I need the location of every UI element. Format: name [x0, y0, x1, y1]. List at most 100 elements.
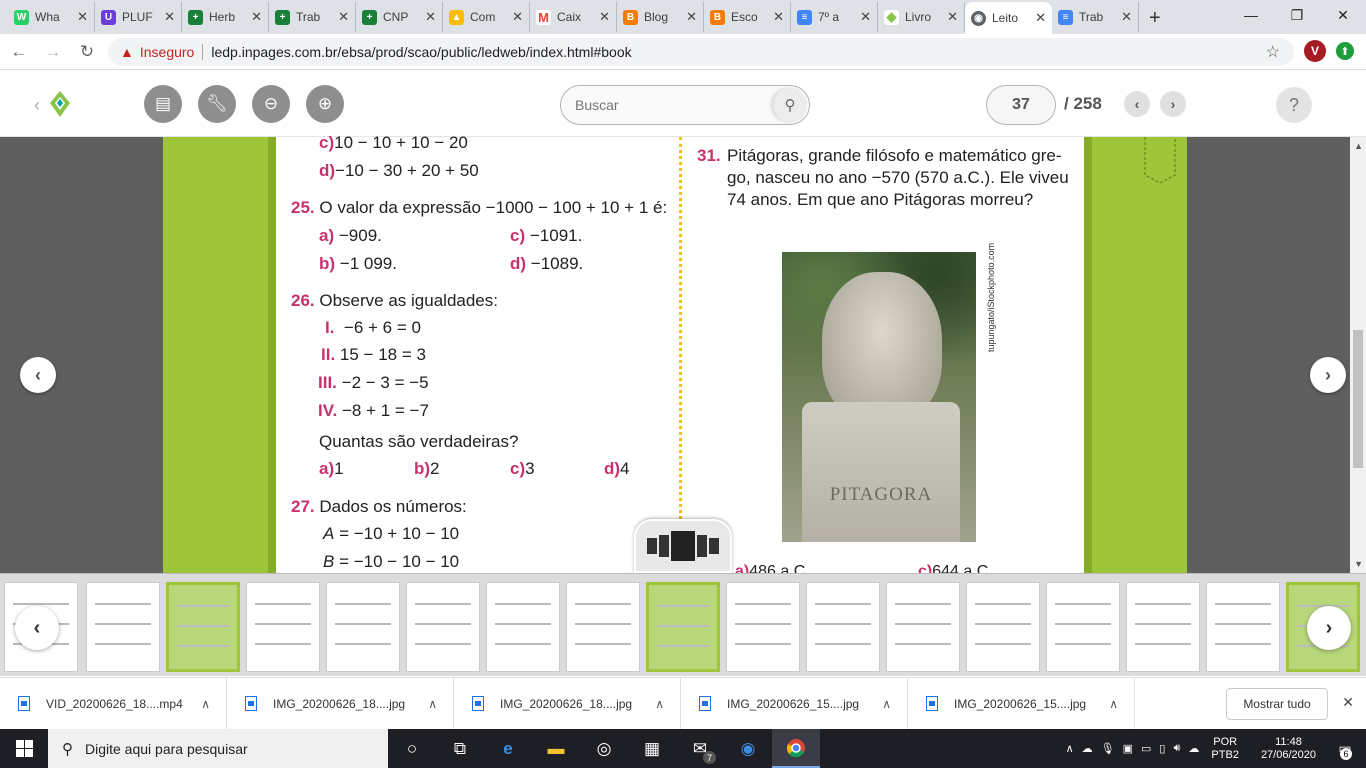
page-thumbnail[interactable]: [886, 582, 960, 672]
weather-icon[interactable]: ☁: [1082, 742, 1093, 755]
zoom-out-icon[interactable]: ⊖: [252, 85, 290, 123]
obs-icon[interactable]: ◎: [580, 729, 628, 768]
tab-docs-1[interactable]: ≡ 7º a ✕: [791, 2, 878, 32]
tab-drive[interactable]: ▲ Com ✕: [443, 2, 530, 32]
chevron-up-icon[interactable]: ∧: [882, 697, 891, 711]
zoom-in-icon[interactable]: ⊕: [306, 85, 344, 123]
tab-docs-2[interactable]: ≡ Trab ✕: [1052, 2, 1139, 32]
bookmark-star-icon[interactable]: ☆: [1266, 42, 1280, 62]
close-tab-icon[interactable]: ✕: [425, 9, 436, 25]
close-tab-icon[interactable]: ✕: [512, 9, 523, 25]
chevron-up-icon[interactable]: ∧: [1109, 697, 1118, 711]
chevron-up-icon[interactable]: ∧: [428, 697, 437, 711]
book-index-icon[interactable]: ▤: [144, 85, 182, 123]
page-thumbnail[interactable]: [326, 582, 400, 672]
show-all-downloads-button[interactable]: Mostrar tudo: [1226, 688, 1328, 720]
download-item[interactable]: IMG_20200626_15....jpg ∧: [908, 677, 1135, 730]
mail-icon[interactable]: ✉ 7: [676, 729, 724, 768]
next-spread-button[interactable]: ›: [1310, 357, 1346, 393]
battery-icon[interactable]: ▯: [1159, 742, 1165, 755]
new-tab-button[interactable]: +: [1149, 7, 1161, 30]
tab-plurall[interactable]: U PLUF ✕: [95, 2, 182, 32]
tab-whatsapp[interactable]: W Wha ✕: [8, 2, 95, 32]
windows-start-icon[interactable]: [0, 729, 48, 768]
scroll-up-icon[interactable]: ▲: [1354, 141, 1363, 151]
close-tab-icon[interactable]: ✕: [1121, 9, 1132, 25]
close-tab-icon[interactable]: ✕: [251, 9, 262, 25]
tab-sheets-3[interactable]: + CNP ✕: [356, 2, 443, 32]
minimize-icon[interactable]: —: [1228, 0, 1274, 30]
search-input[interactable]: [575, 97, 765, 113]
close-tab-icon[interactable]: ✕: [164, 9, 175, 25]
forward-icon[interactable]: →: [38, 42, 68, 62]
url-text[interactable]: ledp.inpages.com.br/ebsa/prod/scao/publi…: [211, 44, 631, 60]
download-item[interactable]: IMG_20200626_18....jpg ∧: [227, 677, 454, 730]
thumbnails-prev-button[interactable]: ‹: [15, 606, 59, 650]
language-indicator[interactable]: POR PTB2: [1207, 736, 1243, 762]
tab-sheets-1[interactable]: + Herb ✕: [182, 2, 269, 32]
edge-icon[interactable]: e: [484, 729, 532, 768]
cortana-icon[interactable]: ○: [388, 729, 436, 768]
safari-compass-icon[interactable]: ◉: [724, 729, 772, 768]
close-tab-icon[interactable]: ✕: [686, 9, 697, 25]
thumbnail-toggle-button[interactable]: [634, 519, 732, 573]
reload-icon[interactable]: ↻: [72, 42, 102, 62]
close-tab-icon[interactable]: ✕: [860, 9, 871, 25]
chrome-icon[interactable]: [772, 729, 820, 768]
chevron-up-icon[interactable]: ∧: [655, 697, 664, 711]
page-thumbnail[interactable]: [1126, 582, 1200, 672]
back-icon[interactable]: ←: [4, 42, 34, 62]
page-thumbnail[interactable]: [86, 582, 160, 672]
help-button[interactable]: ?: [1276, 87, 1312, 123]
tools-wrench-icon[interactable]: 🔧︎: [198, 85, 236, 123]
current-page-input[interactable]: 37: [986, 85, 1056, 125]
chevron-up-icon[interactable]: ∧: [1066, 742, 1074, 755]
file-explorer-icon[interactable]: ▬: [532, 729, 580, 768]
network-icon[interactable]: ▭: [1141, 742, 1151, 755]
prev-spread-button[interactable]: ‹: [20, 357, 56, 393]
page-thumbnail[interactable]: [966, 582, 1040, 672]
search-icon[interactable]: ⚲: [773, 88, 807, 122]
page-thumbnail[interactable]: [566, 582, 640, 672]
close-window-icon[interactable]: ✕: [1320, 0, 1366, 30]
camera-icon[interactable]: ▣: [1123, 742, 1133, 755]
tab-blogger-1[interactable]: B Blog ✕: [617, 2, 704, 32]
tab-gmail[interactable]: M Caix ✕: [530, 2, 617, 32]
clock[interactable]: 11:48 27/06/2020: [1257, 736, 1320, 762]
tab-sheets-2[interactable]: + Trab ✕: [269, 2, 356, 32]
security-label[interactable]: Inseguro: [140, 44, 194, 60]
maximize-icon[interactable]: ❐: [1274, 0, 1320, 30]
close-downloads-icon[interactable]: ✕: [1342, 694, 1354, 711]
store-icon[interactable]: ▦: [628, 729, 676, 768]
extension-icon[interactable]: ⬆: [1336, 42, 1354, 60]
tab-livro[interactable]: ◆ Livro ✕: [878, 2, 965, 32]
taskbar-search[interactable]: ⚲ Digite aqui para pesquisar: [48, 729, 388, 768]
page-thumbnail-current[interactable]: [646, 582, 720, 672]
close-tab-icon[interactable]: ✕: [947, 9, 958, 25]
tab-blogger-2[interactable]: B Esco ✕: [704, 2, 791, 32]
page-thumbnail[interactable]: [406, 582, 480, 672]
page-thumbnail[interactable]: [726, 582, 800, 672]
page-thumbnail[interactable]: [1206, 582, 1280, 672]
page-thumbnail[interactable]: [486, 582, 560, 672]
scroll-thumb[interactable]: [1353, 330, 1363, 468]
page-thumbnail[interactable]: [806, 582, 880, 672]
profile-avatar[interactable]: V: [1304, 40, 1326, 62]
close-tab-icon[interactable]: ✕: [773, 9, 784, 25]
page-thumbnail[interactable]: [166, 582, 240, 672]
task-view-icon[interactable]: ⧉: [436, 729, 484, 768]
download-item[interactable]: IMG_20200626_18....jpg ∧: [454, 677, 681, 730]
close-tab-icon[interactable]: ✕: [1035, 10, 1046, 26]
close-tab-icon[interactable]: ✕: [599, 9, 610, 25]
scroll-down-icon[interactable]: ▼: [1354, 559, 1363, 569]
next-page-icon[interactable]: ›: [1160, 91, 1186, 117]
thumbnails-next-button[interactable]: ›: [1307, 606, 1351, 650]
reader-logo-icon[interactable]: ‹: [34, 89, 74, 121]
tab-leitor-active[interactable]: ◉ Leito ✕: [965, 2, 1052, 34]
page-thumbnail[interactable]: [1046, 582, 1120, 672]
microphone-icon[interactable]: 🎙︎: [1101, 742, 1115, 755]
download-item[interactable]: IMG_20200626_15....jpg ∧: [681, 677, 908, 730]
bookmark-ribbon-icon[interactable]: [1143, 137, 1177, 185]
chevron-up-icon[interactable]: ∧: [201, 697, 210, 711]
warning-icon[interactable]: ▲: [120, 44, 134, 60]
